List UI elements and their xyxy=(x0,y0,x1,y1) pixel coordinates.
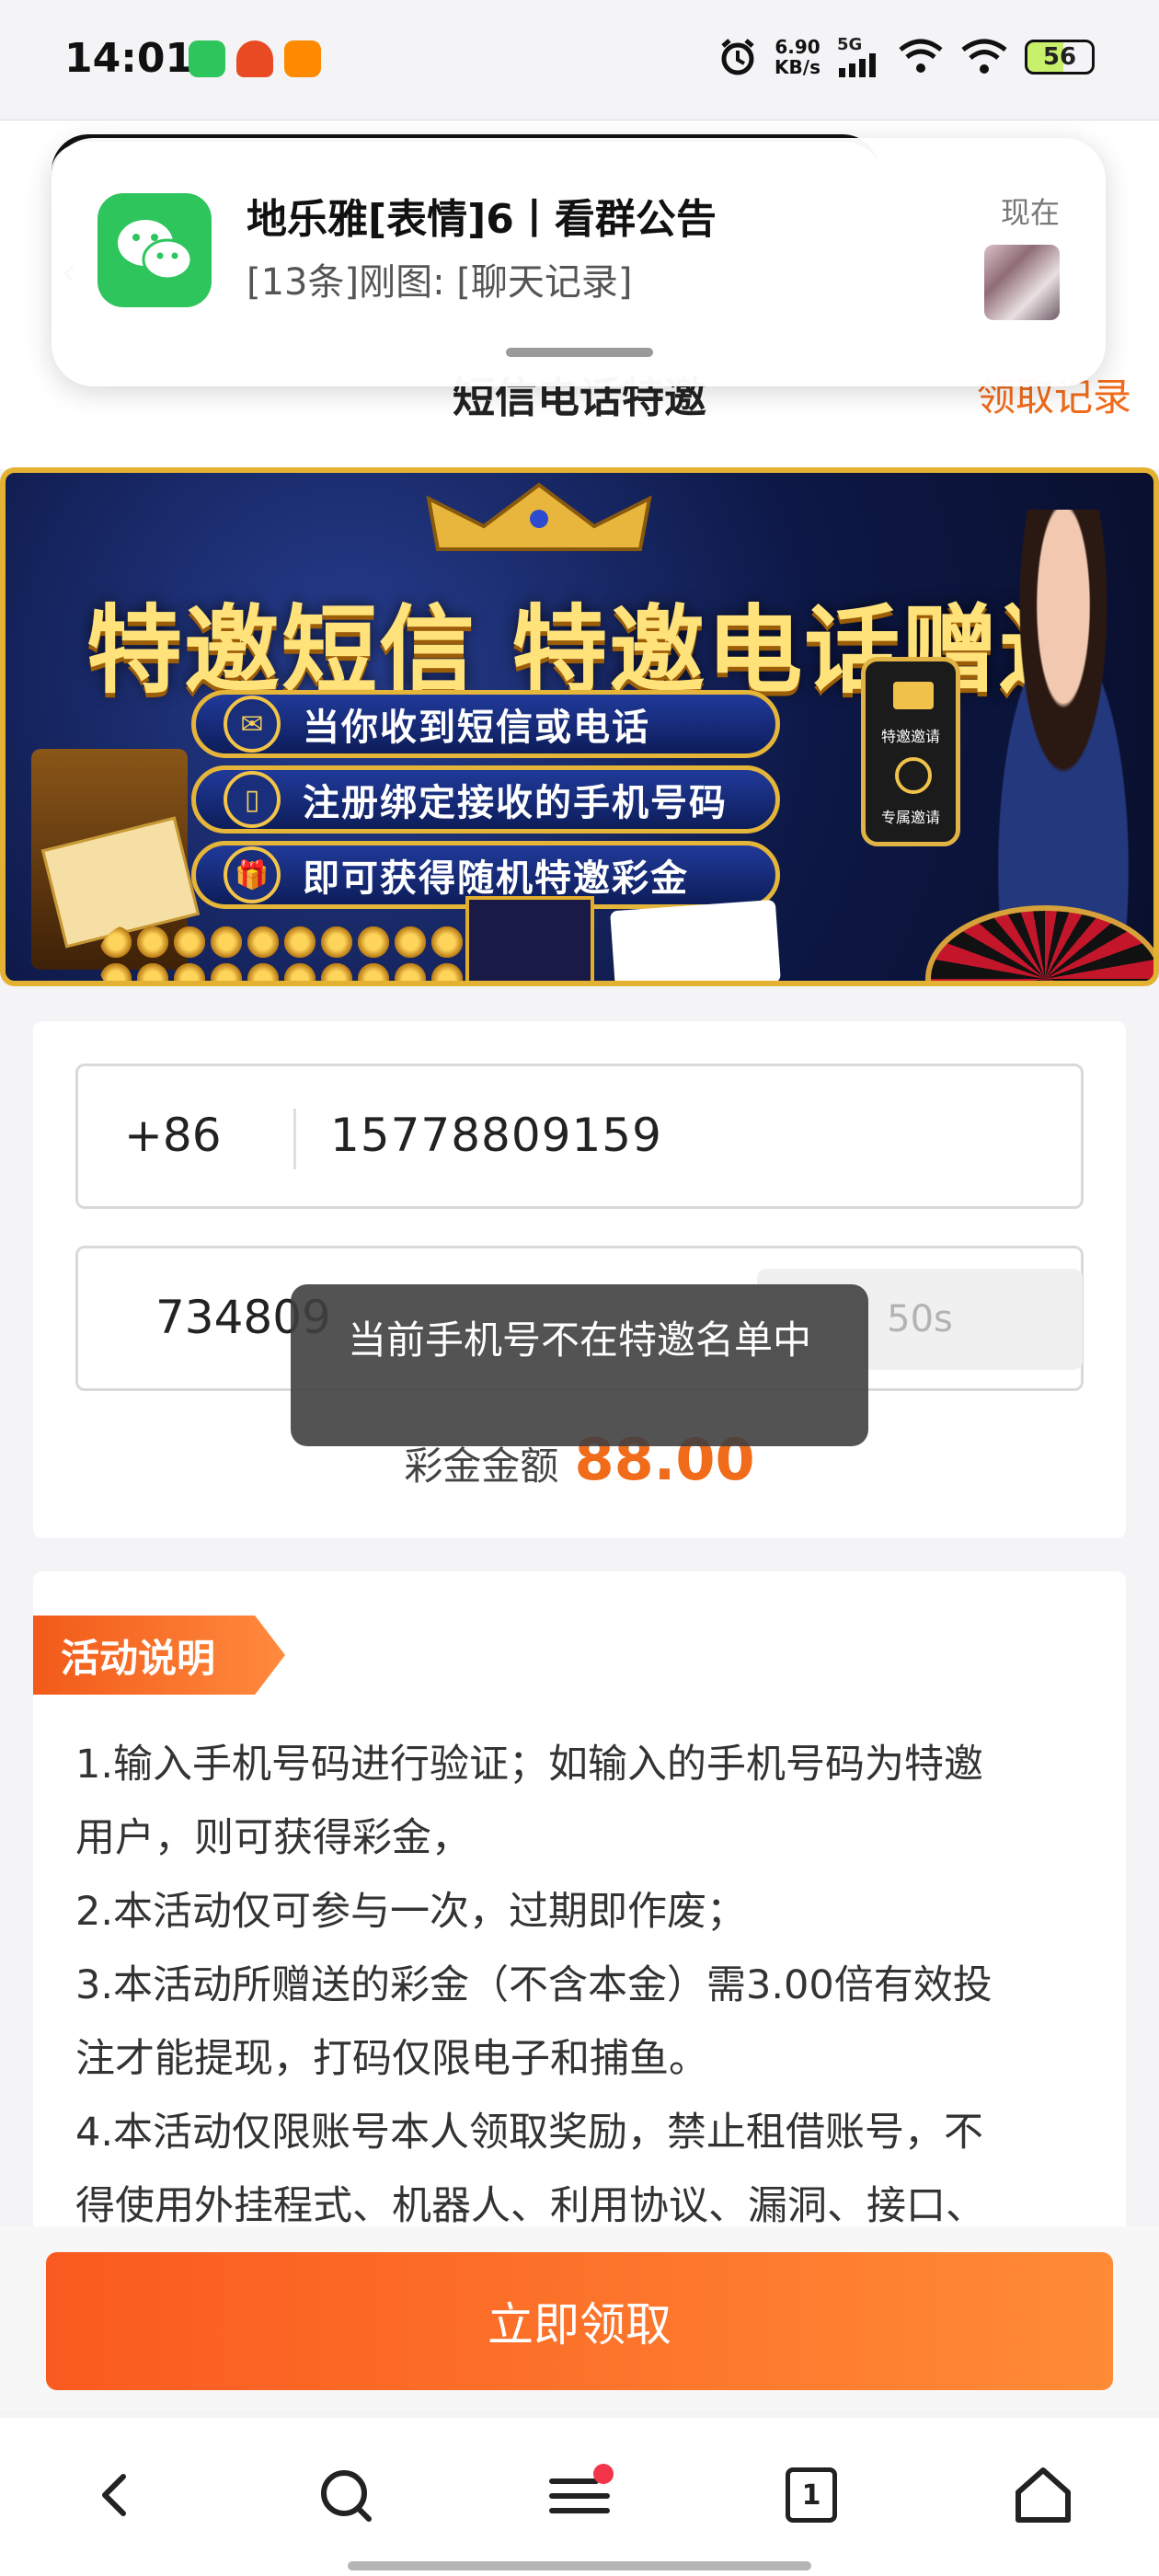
alarm-icon xyxy=(721,39,754,75)
banner-line-register: ▯ 注册绑定接收的手机号码 xyxy=(191,765,780,834)
status-app-icons xyxy=(189,40,321,77)
rule-line: 2.本活动仅可参与一次，过期即作废； xyxy=(75,1889,747,1935)
activity-description: 活动说明 1.输入手机号码进行验证；如输入的手机号码为特邀 用户，则可获得彩金，… xyxy=(33,1571,1126,2234)
promo-banner: 特邀短信 特邀电话赠送 ✉ 当你收到短信或电话 ▯ 注册绑定接收的手机号码 🎁 … xyxy=(0,467,1159,986)
wechat-notification[interactable]: 地乐雅[表情]6丨看群公告 [13条]刚图: [聊天记录] 现在 xyxy=(52,138,1106,386)
browser-toolbar: 1 xyxy=(0,2418,1159,2576)
back-icon[interactable] xyxy=(79,2458,153,2532)
divider xyxy=(293,1109,296,1169)
phone-icon: ▯ xyxy=(224,771,281,828)
notification-body: [13条]刚图: [聊天记录] xyxy=(247,261,633,304)
home-indicator[interactable] xyxy=(348,2561,811,2570)
signal-group: 5G xyxy=(837,37,881,77)
gift-icon: 🎁 xyxy=(224,846,281,903)
rule-line: 4.本活动仅限账号本人领取奖励，禁止租借账号，不 xyxy=(75,2110,984,2156)
notification-thumbnail xyxy=(984,245,1060,320)
phone-input-row[interactable]: +86 15778809159 xyxy=(75,1064,1084,1209)
banner-line-text: 即可获得随机特邀彩金 xyxy=(303,857,689,900)
notification-handle[interactable] xyxy=(506,348,653,357)
claim-now-button[interactable]: 立即领取 xyxy=(46,2252,1113,2390)
wifi-secondary-icon xyxy=(899,39,943,73)
phone-label: 特邀邀请 xyxy=(880,728,940,745)
home-icon[interactable] xyxy=(1006,2458,1080,2532)
status-time: 14:01 xyxy=(64,35,194,82)
rule-line: 用户，则可获得彩金， xyxy=(75,1815,471,1861)
banner-line-text: 注册绑定接收的手机号码 xyxy=(303,782,728,824)
gold-coins-image xyxy=(98,924,484,981)
wifi-icon xyxy=(961,39,1007,74)
crown-icon xyxy=(426,482,652,551)
wechat-status-icon xyxy=(189,40,225,77)
toast-message: 当前手机号不在特邀名单中 xyxy=(291,1284,868,1446)
rule-line: 得使用外挂程式、机器人、利用协议、漏洞、接口、 xyxy=(75,2183,985,2229)
battery-indicator: 56 xyxy=(1025,40,1095,75)
rules-list: 1.输入手机号码进行验证；如输入的手机号码为特邀 用户，则可获得彩金， 2.本活… xyxy=(75,1728,1096,2234)
net-speed-unit: KB/s xyxy=(775,56,820,78)
taobao-status-icon xyxy=(284,40,321,77)
amount-label: 彩金金额 xyxy=(404,1443,559,1489)
status-bar: 14:01 6.90 KB/s 5G 56 xyxy=(0,0,1159,120)
net-speed-value: 6.90 xyxy=(775,36,820,58)
search-icon[interactable] xyxy=(309,2458,383,2532)
verification-form: +86 15778809159 734809 50s 彩金金额 88.00 xyxy=(33,1021,1126,1538)
phone-label: 专属邀请 xyxy=(880,809,940,826)
playing-cards-image xyxy=(610,899,781,981)
rule-line: 3.本活动所赠送的彩金（不含本金）需3.00倍有效投 xyxy=(75,1962,993,2008)
banner-line-sms: ✉ 当你收到短信或电话 xyxy=(191,690,780,758)
tab-count: 1 xyxy=(786,2467,837,2523)
claim-area: 立即领取 xyxy=(0,2226,1159,2410)
rule-line: 注才能提现，打码仅限电子和捕鱼。 xyxy=(75,2036,708,2082)
notification-dot xyxy=(593,2464,614,2484)
activity-badge: 活动说明 xyxy=(33,1616,285,1695)
envelope-icon xyxy=(893,682,934,709)
envelope-icon: ✉ xyxy=(224,696,281,753)
status-right: 6.90 KB/s 5G 56 xyxy=(717,37,1095,77)
gift-box-image xyxy=(465,896,594,981)
game-status-icon xyxy=(236,40,273,77)
rule-line: 1.输入手机号码进行验证；如输入的手机号码为特邀 xyxy=(75,1742,984,1788)
phone-illustration: 特邀邀请 专属邀请 xyxy=(861,657,960,846)
phone-number-input[interactable]: 15778809159 xyxy=(330,1109,662,1162)
network-type: 5G xyxy=(837,35,863,54)
notification-title: 地乐雅[表情]6丨看群公告 xyxy=(247,196,717,243)
call-icon xyxy=(895,757,932,794)
banner-line-text: 当你收到短信或电话 xyxy=(303,707,650,749)
country-code[interactable]: +86 xyxy=(124,1109,222,1162)
net-speed: 6.90 KB/s xyxy=(775,37,820,77)
signal-icon xyxy=(839,53,876,77)
tabs-icon[interactable]: 1 xyxy=(775,2458,848,2532)
menu-icon[interactable] xyxy=(543,2458,616,2532)
wechat-icon xyxy=(98,193,212,307)
notification-time: 现在 xyxy=(1000,195,1060,230)
